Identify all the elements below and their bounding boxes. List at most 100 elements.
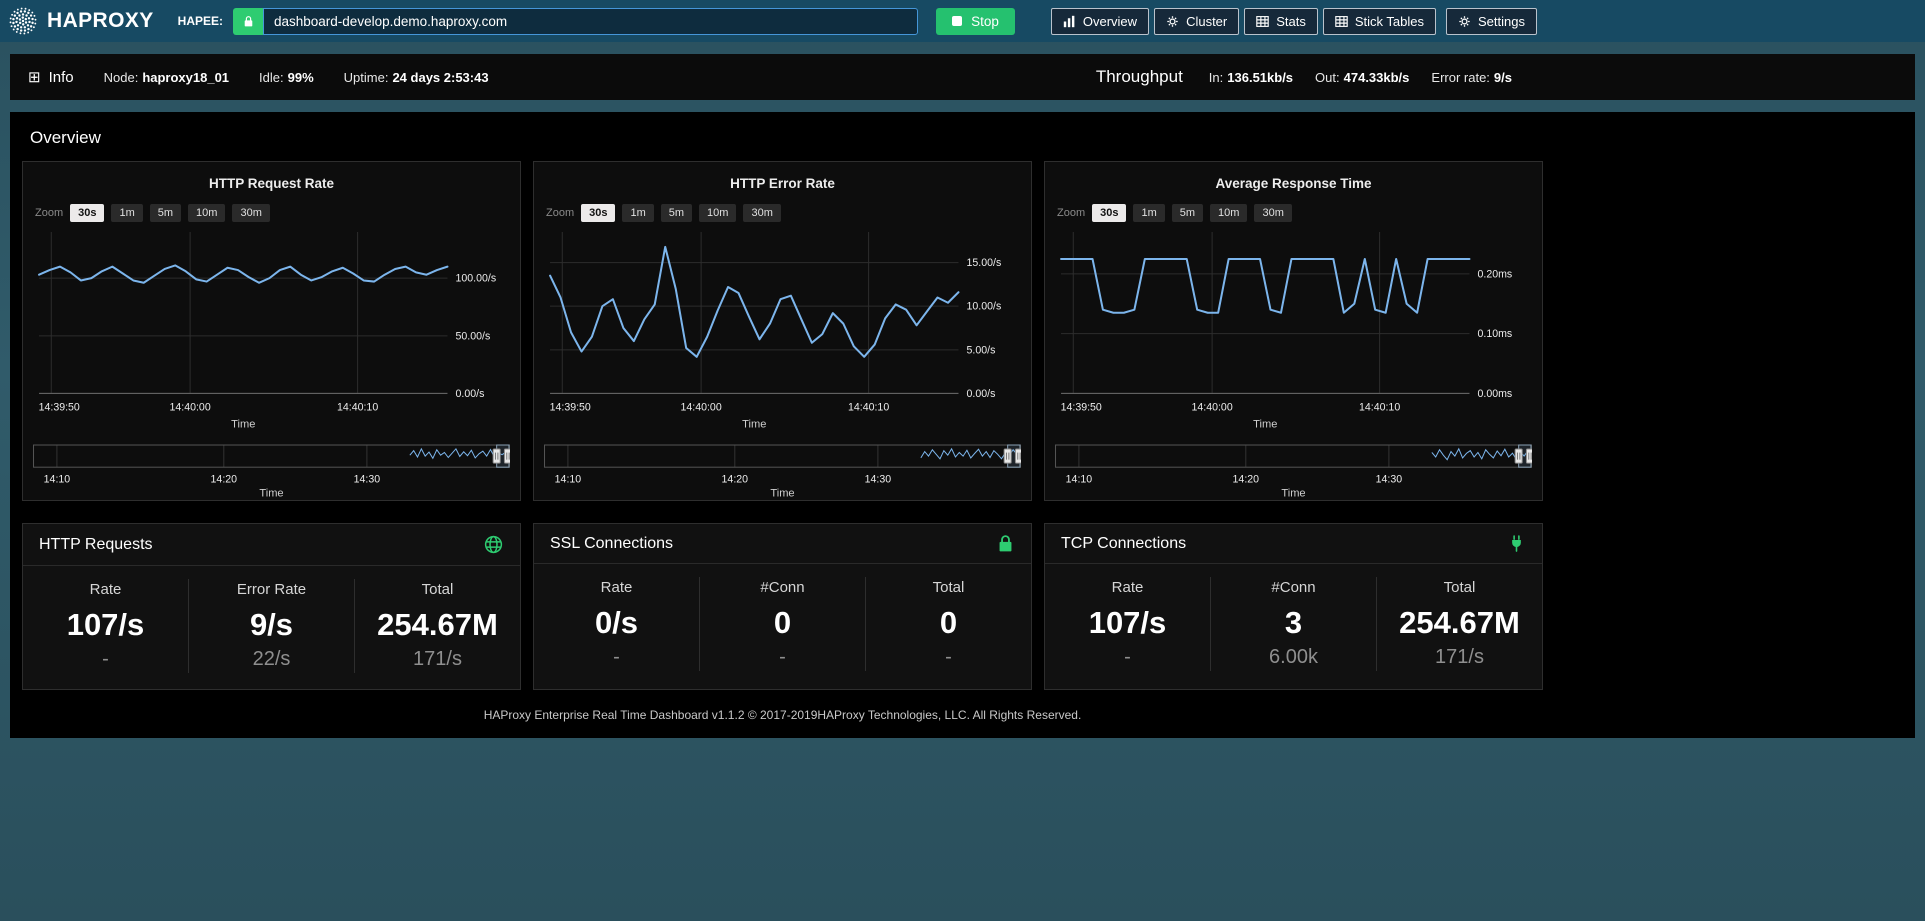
line-chart[interactable]: 0.00/s5.00/s10.00/s15.00/s14:39:5014:40:…	[544, 226, 1021, 430]
info-bar: ⊞ Info Node:haproxy18_01 Idle:99% Uptime…	[10, 54, 1915, 100]
svg-text:14:40:10: 14:40:10	[1359, 402, 1400, 414]
error-rate-info: Error rate:9/s	[1431, 70, 1512, 85]
nav-overview-button[interactable]: Overview	[1051, 8, 1149, 35]
throughput-in: In:136.51kb/s	[1209, 70, 1293, 85]
table-icon	[1256, 15, 1269, 28]
svg-text:Time: Time	[1281, 487, 1305, 498]
metric-total: Total 0 -	[865, 577, 1031, 671]
chart-navigator[interactable]: 14:1014:2014:30Time	[1055, 444, 1532, 498]
main-content: Overview HTTP Request Rate Zoom 30s 1m 5…	[10, 112, 1915, 738]
zoom-5m-button[interactable]: 5m	[150, 204, 181, 222]
page-title: Overview	[22, 112, 1543, 161]
nav-cluster-label: Cluster	[1186, 14, 1227, 29]
metric-sub: 171/s	[355, 648, 520, 671]
throughput-out: Out:474.33kb/s	[1315, 70, 1409, 85]
summary-cards-row: HTTP Requests Rate 107/s - Error Rate 9/…	[22, 523, 1543, 690]
hapee-label: HAPEE:	[178, 14, 223, 28]
stop-button-label: Stop	[971, 14, 999, 29]
nav-cluster-button[interactable]: Cluster	[1154, 8, 1239, 35]
gears-icon	[1166, 15, 1179, 28]
idle-value: 99%	[288, 70, 314, 85]
line-chart[interactable]: 0.00ms0.10ms0.20ms14:39:5014:40:0014:40:…	[1055, 226, 1532, 430]
card-header: HTTP Requests	[23, 524, 520, 566]
zoom-30s-button[interactable]: 30s	[70, 204, 104, 222]
chart-navigator[interactable]: 14:1014:2014:30Time	[544, 444, 1021, 498]
node-value: haproxy18_01	[142, 70, 229, 85]
chart-navigator[interactable]: 14:1014:2014:30Time	[33, 444, 510, 498]
svg-text:14:40:00: 14:40:00	[170, 402, 211, 414]
zoom-1m-button[interactable]: 1m	[111, 204, 142, 222]
zoom-30m-button[interactable]: 30m	[1254, 204, 1291, 222]
metric-sub: -	[700, 646, 865, 669]
out-label: Out:	[1315, 70, 1340, 85]
metric-value: 0	[866, 606, 1031, 640]
svg-text:14:20: 14:20	[1233, 473, 1260, 485]
top-bar: HAPROXY HAPEE: Stop Overview	[0, 0, 1925, 42]
svg-text:14:39:50: 14:39:50	[550, 402, 591, 414]
zoom-1m-button[interactable]: 1m	[622, 204, 653, 222]
metric-value: 107/s	[1045, 606, 1210, 640]
zoom-30s-button[interactable]: 30s	[1092, 204, 1126, 222]
info-toggle[interactable]: ⊞ Info	[28, 68, 74, 86]
info-bar-inner: ⊞ Info Node:haproxy18_01 Idle:99% Uptime…	[10, 54, 1530, 100]
zoom-1m-button[interactable]: 1m	[1133, 204, 1164, 222]
info-grid-icon: ⊞	[28, 68, 41, 86]
nav-overview-label: Overview	[1083, 14, 1137, 29]
zoom-5m-button[interactable]: 5m	[1172, 204, 1203, 222]
zoom-30m-button[interactable]: 30m	[232, 204, 269, 222]
svg-text:100.00/s: 100.00/s	[456, 273, 497, 285]
nav-stick-tables-button[interactable]: Stick Tables	[1323, 8, 1436, 35]
chart-title: HTTP Request Rate	[33, 176, 510, 191]
metric-value: 9/s	[189, 608, 354, 642]
svg-text:14:10: 14:10	[1066, 473, 1093, 485]
nav-stats-label: Stats	[1276, 14, 1306, 29]
zoom-caption: Zoom	[546, 207, 574, 219]
zoom-10m-button[interactable]: 10m	[188, 204, 225, 222]
zoom-30m-button[interactable]: 30m	[743, 204, 780, 222]
card-header: TCP Connections	[1045, 524, 1542, 564]
throughput-label: Throughput	[1096, 67, 1183, 87]
throughput-group: Throughput In:136.51kb/s Out:474.33kb/s …	[1096, 67, 1512, 87]
chart-panels-row: HTTP Request Rate Zoom 30s 1m 5m 10m 30m…	[22, 161, 1543, 501]
svg-text:14:40:10: 14:40:10	[848, 402, 889, 414]
metric-value: 0	[700, 606, 865, 640]
zoom-10m-button[interactable]: 10m	[1210, 204, 1247, 222]
metric-sub: -	[534, 646, 699, 669]
card-tcp-connections: TCP Connections Rate 107/s - #Conn 3 6.0…	[1044, 523, 1543, 690]
in-label: In:	[1209, 70, 1223, 85]
svg-text:15.00/s: 15.00/s	[967, 257, 1002, 269]
metric-rate: Rate 0/s -	[534, 577, 699, 671]
gear-icon	[1458, 15, 1471, 28]
nav-stats-button[interactable]: Stats	[1244, 8, 1318, 35]
svg-text:0.20ms: 0.20ms	[1478, 268, 1513, 280]
url-input[interactable]	[263, 8, 918, 35]
svg-text:Time: Time	[231, 419, 255, 430]
metric-rate: Rate 107/s -	[23, 579, 188, 673]
metric-sub: -	[1045, 646, 1210, 669]
zoom-caption: Zoom	[1057, 207, 1085, 219]
globe-icon	[483, 534, 504, 555]
stop-button[interactable]: Stop	[936, 8, 1015, 35]
metric-total: Total 254.67M 171/s	[354, 579, 520, 673]
nav-stick-tables-label: Stick Tables	[1355, 14, 1424, 29]
svg-text:0.00ms: 0.00ms	[1478, 388, 1513, 400]
chart-panel-http-request-rate: HTTP Request Rate Zoom 30s 1m 5m 10m 30m…	[22, 161, 521, 501]
brand: HAPROXY	[8, 6, 154, 36]
settings-button[interactable]: Settings	[1446, 8, 1537, 35]
metric-label: Rate	[1045, 579, 1210, 596]
metric-value: 254.67M	[1377, 606, 1542, 640]
error-rate-value: 9/s	[1494, 70, 1512, 85]
zoom-5m-button[interactable]: 5m	[661, 204, 692, 222]
zoom-10m-button[interactable]: 10m	[699, 204, 736, 222]
card-body: Rate 107/s - #Conn 3 6.00k Total 254.67M…	[1045, 564, 1542, 687]
svg-text:14:40:00: 14:40:00	[681, 402, 722, 414]
metric-label: Total	[866, 579, 1031, 596]
metric-total: Total 254.67M 171/s	[1376, 577, 1542, 671]
main-inner: Overview HTTP Request Rate Zoom 30s 1m 5…	[10, 112, 1555, 736]
line-chart[interactable]: 0.00/s50.00/s100.00/s14:39:5014:40:0014:…	[33, 226, 510, 430]
metric-conn: #Conn 0 -	[699, 577, 865, 671]
svg-text:5.00/s: 5.00/s	[967, 344, 996, 356]
zoom-30s-button[interactable]: 30s	[581, 204, 615, 222]
svg-text:0.10ms: 0.10ms	[1478, 328, 1513, 340]
svg-text:14:30: 14:30	[865, 473, 892, 485]
